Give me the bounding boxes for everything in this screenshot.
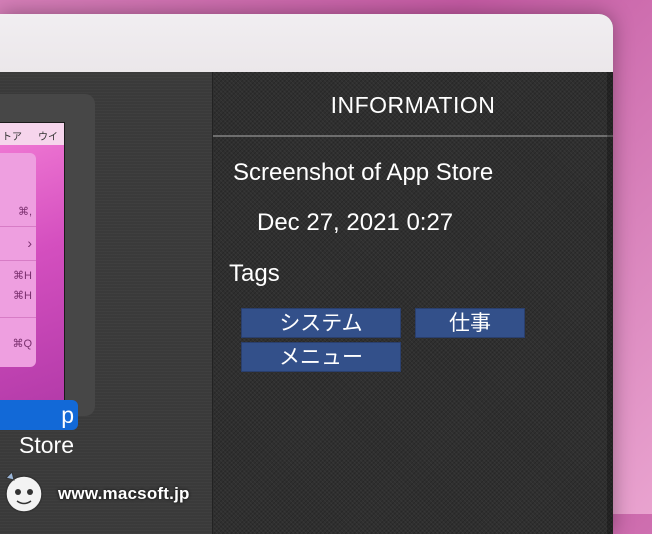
app-window: トア ウイ ⌘, › ⌘H ⌘H ⌘Q p Store www.macsoft.… bbox=[0, 14, 613, 534]
brand-watermark: www.macsoft.jp bbox=[0, 468, 212, 514]
brand-text: www.macsoft.jp bbox=[58, 484, 190, 503]
thumbnail-menu: ⌘, › ⌘H ⌘H ⌘Q bbox=[0, 153, 36, 367]
window-titlebar[interactable] bbox=[0, 14, 613, 73]
information-header: INFORMATION bbox=[213, 72, 613, 137]
screenshot-thumbnail[interactable]: トア ウイ ⌘, › ⌘H ⌘H ⌘Q bbox=[0, 122, 65, 414]
mascot-face-icon bbox=[5, 471, 43, 513]
thumbnail-shortcut: ⌘, bbox=[17, 206, 32, 218]
thumbnail-label[interactable]: p Store bbox=[0, 400, 78, 458]
tag-system[interactable]: システム bbox=[241, 308, 401, 338]
thumbnail-shortcut: ⌘H bbox=[13, 270, 32, 282]
thumbnail-menubar: トア ウイ bbox=[0, 123, 64, 145]
information-panel: INFORMATION Screenshot of App Store Dec … bbox=[212, 72, 613, 534]
chevron-right-icon: › bbox=[27, 235, 32, 251]
thumbnail-menubar-item: ウイ bbox=[38, 132, 58, 143]
screenshot-title: Screenshot of App Store bbox=[233, 159, 494, 186]
thumbnail-shortcut: ⌘Q bbox=[12, 338, 32, 350]
thumbnail-card[interactable]: トア ウイ ⌘, › ⌘H ⌘H ⌘Q bbox=[0, 94, 95, 416]
screenshot-date: Dec 27, 2021 0:27 bbox=[257, 209, 454, 236]
tag-menu[interactable]: メニュー bbox=[241, 342, 401, 372]
thumbnail-menubar-item: トア bbox=[2, 132, 22, 143]
thumbnail-pane: トア ウイ ⌘, › ⌘H ⌘H ⌘Q p Store www.macsoft.… bbox=[0, 72, 212, 534]
tags-label: Tags bbox=[229, 260, 280, 287]
thumbnail-shortcut: ⌘H bbox=[13, 290, 32, 302]
info-scrollbar[interactable] bbox=[607, 72, 613, 534]
tag-work[interactable]: 仕事 bbox=[415, 308, 525, 338]
